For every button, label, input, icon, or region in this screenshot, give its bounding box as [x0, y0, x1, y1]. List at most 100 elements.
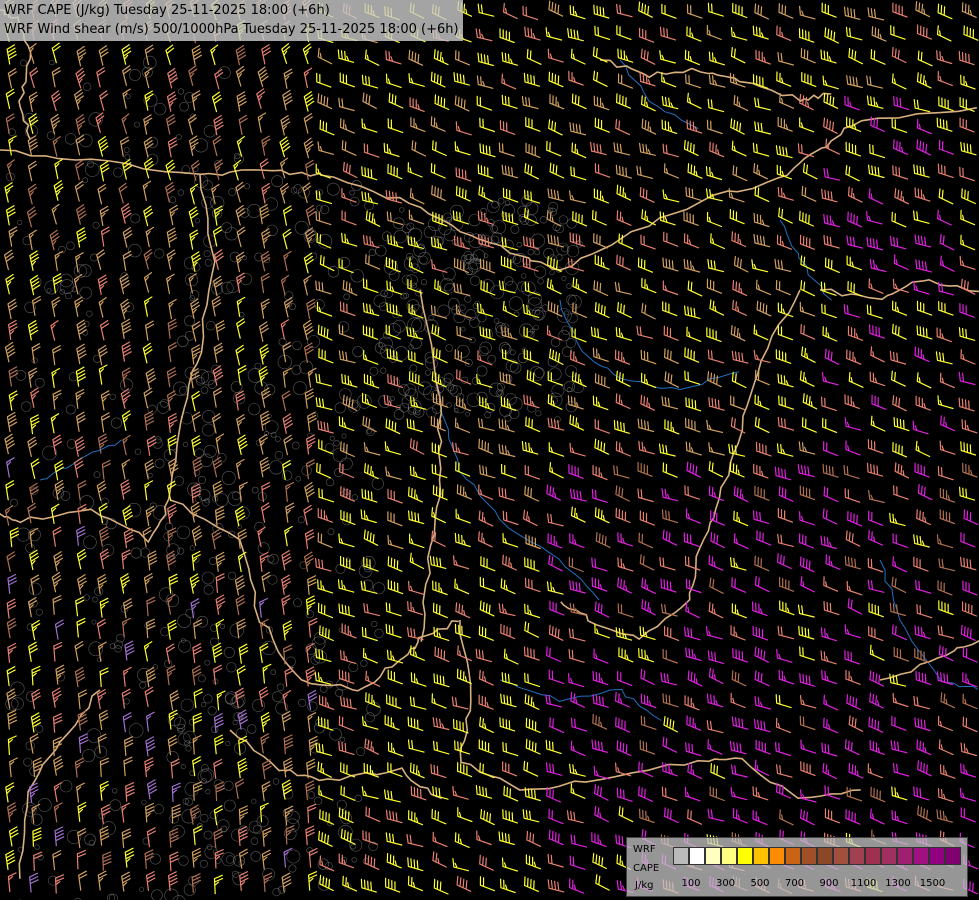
wind-barb: [120, 479, 131, 500]
wind-barb: [97, 870, 107, 891]
wind-barb: [239, 848, 249, 869]
wind-barb: [752, 74, 769, 89]
wind-barb: [570, 506, 586, 523]
wind-barb: [100, 226, 110, 247]
wind-barb: [213, 828, 223, 849]
terrain-contour: [226, 855, 235, 864]
wind-barb: [96, 67, 106, 88]
wind-barb: [893, 254, 909, 270]
terrain-contour: [261, 640, 276, 656]
wind-barb: [959, 117, 975, 133]
wind-barb: [341, 210, 357, 226]
wind-barb: [684, 626, 701, 641]
wind-barb: [341, 623, 357, 639]
wind-barb: [307, 367, 317, 388]
wind-barb: [960, 278, 976, 295]
wind-barb: [385, 189, 403, 204]
wind-barb: [6, 411, 18, 433]
wind-barb: [143, 114, 153, 135]
terrain-contour: [293, 184, 303, 194]
wind-barb: [662, 693, 679, 708]
wind-barb: [166, 114, 176, 135]
wind-barb: [430, 163, 446, 179]
wind-barb: [615, 507, 631, 524]
wind-barb: [777, 373, 794, 388]
wind-barb: [55, 874, 65, 894]
wind-barb: [453, 235, 470, 250]
terrain-contour: [46, 288, 52, 293]
wind-barb: [914, 234, 932, 248]
wind-barb: [430, 763, 447, 778]
wind-barb: [916, 604, 933, 619]
terrain-contour: [369, 366, 379, 376]
wind-barb: [282, 89, 293, 111]
wind-barb: [338, 603, 355, 618]
wind-barb: [409, 696, 427, 710]
wind-barb: [891, 323, 907, 340]
wind-barb: [99, 160, 110, 182]
terrain-contour: [141, 799, 147, 805]
wind-barb: [937, 580, 953, 596]
wind-barb: [364, 854, 380, 870]
wind-barb: [869, 324, 885, 339]
wind-barb: [776, 234, 792, 250]
wind-barb: [962, 716, 978, 733]
wind-barb: [306, 434, 316, 455]
terrain-contour: [147, 472, 153, 478]
wind-barb: [99, 780, 109, 801]
terrain-contour: [567, 312, 578, 324]
wind-barb: [191, 160, 200, 181]
wind-barb: [684, 305, 701, 319]
wind-barb: [192, 756, 202, 777]
wind-barb: [730, 325, 746, 342]
wind-barb: [341, 140, 357, 156]
wind-barb: [454, 623, 471, 639]
wind-barb: [891, 810, 908, 825]
wind-barb: [122, 434, 131, 456]
terrain-contour: [220, 623, 226, 629]
wind-barb: [257, 526, 266, 547]
wind-barb: [260, 733, 270, 754]
wind-barb: [480, 556, 496, 572]
terrain-contour: [266, 224, 278, 237]
wind-barb: [123, 756, 133, 777]
wind-barb: [844, 417, 862, 431]
wind-barb: [707, 258, 724, 273]
wind-barb: [4, 341, 16, 363]
wind-barb: [963, 509, 979, 525]
wind-barb: [797, 464, 815, 478]
wind-barb: [617, 302, 632, 319]
terrain-contour: [247, 204, 262, 219]
wind-barb: [708, 555, 724, 571]
wind-barb: [545, 762, 563, 776]
wind-barb: [776, 71, 792, 87]
wind-barb: [754, 576, 770, 593]
wind-barb: [76, 343, 87, 365]
wind-barb: [304, 388, 315, 409]
wind-barb: [799, 715, 816, 731]
wind-barb: [820, 627, 838, 642]
terrain-contour: [180, 764, 186, 770]
wind-barb: [190, 502, 201, 523]
wind-barb: [659, 26, 677, 41]
wind-barb: [341, 232, 358, 247]
wind-barb: [122, 617, 131, 638]
wind-barb: [50, 320, 59, 341]
wind-barb: [756, 279, 771, 296]
wind-barb: [569, 855, 586, 870]
wind-barb: [733, 486, 749, 503]
wind-barb: [360, 878, 377, 893]
wind-barb: [31, 665, 41, 686]
wind-barb: [477, 164, 494, 179]
wind-barb: [959, 787, 977, 802]
terrain-contour: [44, 280, 59, 295]
wind-barb: [916, 72, 932, 89]
wind-barb: [936, 327, 952, 343]
wind-barb: [188, 135, 199, 156]
wind-barb: [75, 596, 85, 617]
wind-barb: [546, 278, 562, 295]
wind-barb: [661, 488, 679, 502]
wind-barb: [940, 415, 955, 432]
wind-barb: [408, 510, 425, 525]
wind-barb: [123, 666, 132, 687]
